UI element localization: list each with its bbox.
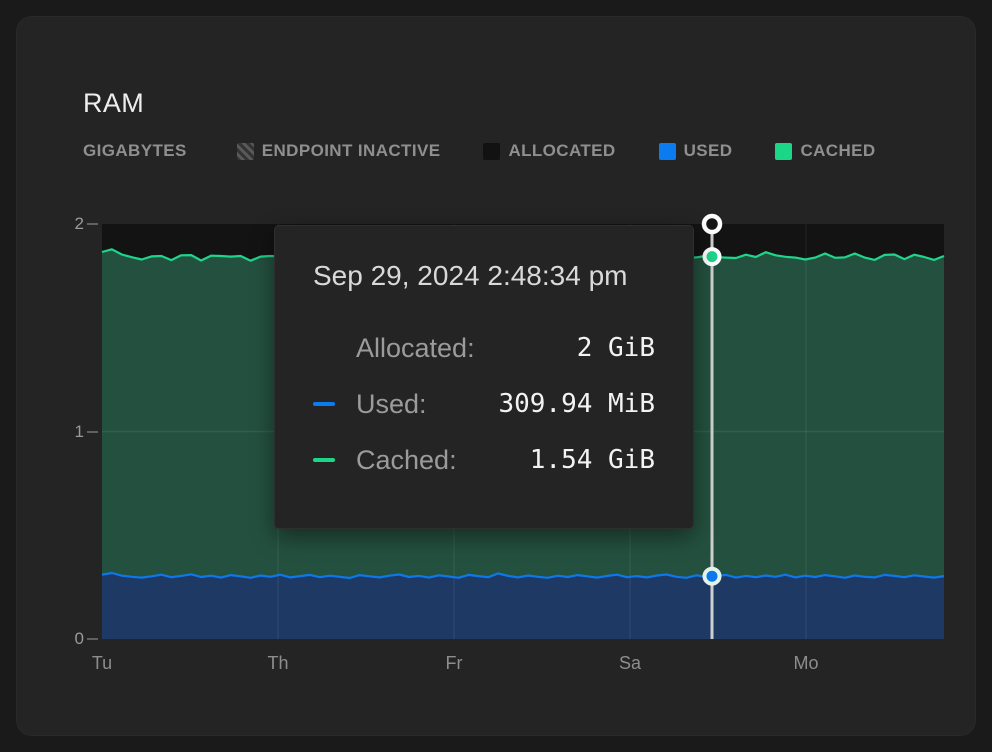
tooltip-row-value: 2 GiB xyxy=(475,333,655,363)
allocated-point-marker xyxy=(704,216,720,232)
legend-unit-label: GIGABYTES xyxy=(83,141,187,161)
cached-point-marker xyxy=(705,249,720,264)
cached-series-marker-icon xyxy=(313,458,335,462)
used-area xyxy=(102,573,944,639)
page-background: RAM GIGABYTES ENDPOINT INACTIVE ALLOCATED… xyxy=(0,0,992,752)
y-axis-label-2: 2 xyxy=(54,213,84,235)
used-swatch-icon xyxy=(659,143,676,160)
legend-item-label: ALLOCATED xyxy=(508,141,615,161)
legend-item-cached[interactable]: CACHED xyxy=(775,141,875,161)
x-axis-label-th: Th xyxy=(248,653,308,674)
cached-swatch-icon xyxy=(775,143,792,160)
y-axis-label-0: 0 xyxy=(54,628,84,650)
row-marker-spacer xyxy=(313,346,335,350)
used-series-marker-icon xyxy=(313,402,335,406)
y-axis-tick xyxy=(87,638,98,640)
legend-item-endpoint-inactive[interactable]: ENDPOINT INACTIVE xyxy=(237,141,441,161)
chart-tooltip: Sep 29, 2024 2:48:34 pm Allocated:2 GiBU… xyxy=(274,225,694,529)
legend-item-label: ENDPOINT INACTIVE xyxy=(262,141,441,161)
ram-metrics-card: RAM GIGABYTES ENDPOINT INACTIVE ALLOCATED… xyxy=(16,16,976,736)
chart-title: RAM xyxy=(83,87,144,119)
legend-item-used[interactable]: USED xyxy=(659,141,733,161)
y-axis-tick xyxy=(87,431,98,433)
legend-item-label: USED xyxy=(684,141,733,161)
tooltip-timestamp: Sep 29, 2024 2:48:34 pm xyxy=(313,258,655,294)
tooltip-row-value: 1.54 GiB xyxy=(457,445,655,475)
y-axis-label-1: 1 xyxy=(54,421,84,443)
y-axis-tick xyxy=(87,223,98,225)
used-point-marker xyxy=(705,569,720,584)
legend-item-label: CACHED xyxy=(800,141,875,161)
chart-legend: GIGABYTES ENDPOINT INACTIVE ALLOCATED USED… xyxy=(83,141,876,161)
endpoint-inactive-swatch-icon xyxy=(237,143,254,160)
ram-usage-chart[interactable]: Sep 29, 2024 2:48:34 pm Allocated:2 GiBU… xyxy=(102,224,944,639)
allocated-swatch-icon xyxy=(483,143,500,160)
tooltip-row-used: Used:309.94 MiB xyxy=(313,376,655,432)
x-axis-label-tu: Tu xyxy=(72,653,132,674)
legend-item-allocated[interactable]: ALLOCATED xyxy=(483,141,615,161)
tooltip-row-value: 309.94 MiB xyxy=(427,389,655,419)
tooltip-row-allocated: Allocated:2 GiB xyxy=(313,320,655,376)
tooltip-row-label: Used: xyxy=(356,389,427,420)
tooltip-row-cached: Cached:1.54 GiB xyxy=(313,432,655,488)
x-axis-label-sa: Sa xyxy=(600,653,660,674)
x-axis-label-fr: Fr xyxy=(424,653,484,674)
x-axis-label-mo: Mo xyxy=(776,653,836,674)
tooltip-row-label: Allocated: xyxy=(356,333,475,364)
tooltip-row-label: Cached: xyxy=(356,445,457,476)
